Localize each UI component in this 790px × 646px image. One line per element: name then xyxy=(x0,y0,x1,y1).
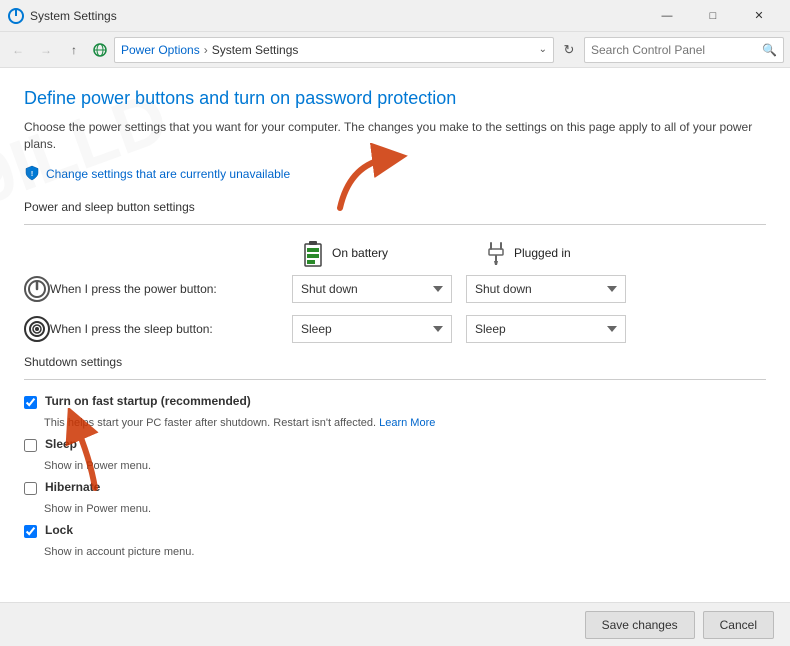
hibernate-row: Hibernate xyxy=(24,480,766,495)
sleep-button-plugged-select[interactable]: Sleep Do nothing Hibernate Shut down Tur… xyxy=(466,315,626,343)
titlebar-controls: — □ ✕ xyxy=(644,0,782,32)
sleep-button-label: When I press the sleep button: xyxy=(50,322,292,336)
hibernate-label[interactable]: Hibernate xyxy=(45,480,100,494)
power-button-row: When I press the power button: Shut down… xyxy=(24,275,766,303)
power-button-plugged-select[interactable]: Shut down Do nothing Sleep Hibernate Tur… xyxy=(466,275,626,303)
svg-text:!: ! xyxy=(31,171,33,178)
fast-startup-checkbox[interactable] xyxy=(24,396,37,409)
search-icon: 🔍 xyxy=(762,43,777,57)
breadcrumb-system-settings: System Settings xyxy=(212,43,299,57)
battery-icon xyxy=(304,239,326,267)
change-settings-link[interactable]: ! Change settings that are currently una… xyxy=(24,165,766,184)
lock-row: Lock xyxy=(24,523,766,538)
sleep-button-row: When I press the sleep button: Sleep Do … xyxy=(24,315,766,343)
sleep-button-battery-select[interactable]: Sleep Do nothing Hibernate Shut down Tur… xyxy=(292,315,452,343)
shutdown-section-divider xyxy=(24,379,766,380)
breadcrumb-sep1: › xyxy=(204,43,208,57)
cancel-button[interactable]: Cancel xyxy=(703,611,774,639)
titlebar: System Settings — □ ✕ xyxy=(0,0,790,32)
fast-startup-sublabel: This helps start your PC faster after sh… xyxy=(44,417,766,429)
col-battery-label: On battery xyxy=(332,246,388,260)
shutdown-section: Shutdown settings Turn on fast startup (… xyxy=(24,355,766,558)
change-settings-label: Change settings that are currently unava… xyxy=(46,167,290,181)
main-content: 9ILLD Define power buttons and turn on p… xyxy=(0,68,790,602)
sleep-checkbox[interactable] xyxy=(24,439,37,452)
minimize-button[interactable]: — xyxy=(644,0,690,32)
sleep-sublabel: Show in Power menu. xyxy=(44,460,766,472)
sleep-row: Sleep xyxy=(24,437,766,452)
fast-startup-row: Turn on fast startup (recommended) xyxy=(24,394,766,409)
col-battery-header: On battery xyxy=(304,239,484,267)
power-section-header: Power and sleep button settings xyxy=(24,200,766,214)
shutdown-section-header: Shutdown settings xyxy=(24,355,766,369)
page-description: Choose the power settings that you want … xyxy=(24,119,766,153)
up-button[interactable]: ↑ xyxy=(62,38,86,62)
shield-icon: ! xyxy=(24,165,40,184)
breadcrumb-dropdown: ⌄ xyxy=(539,44,547,55)
window-title: System Settings xyxy=(30,9,644,23)
forward-button[interactable]: → xyxy=(34,38,58,62)
lock-checkbox[interactable] xyxy=(24,525,37,538)
back-button[interactable]: ← xyxy=(6,38,30,62)
breadcrumb-dropdown-arrow[interactable]: ⌄ xyxy=(539,44,547,55)
learn-more-link[interactable]: Learn More xyxy=(379,417,435,429)
page-title: Define power buttons and turn on passwor… xyxy=(24,88,766,109)
search-input[interactable] xyxy=(591,43,762,57)
close-button[interactable]: ✕ xyxy=(736,0,782,32)
breadcrumb-bar[interactable]: Power Options › System Settings ⌄ xyxy=(114,37,554,63)
titlebar-icon xyxy=(8,8,24,24)
power-table-header: On battery Plugged in xyxy=(24,239,766,267)
col-plugged-header: Plugged in xyxy=(484,241,664,265)
power-button-battery-select[interactable]: Shut down Do nothing Sleep Hibernate Tur… xyxy=(292,275,452,303)
maximize-button[interactable]: □ xyxy=(690,0,736,32)
breadcrumb-power-options[interactable]: Power Options xyxy=(121,43,200,57)
addressbar: ← → ↑ Power Options › System Settings ⌄ … xyxy=(0,32,790,68)
fast-startup-label[interactable]: Turn on fast startup (recommended) xyxy=(45,394,251,408)
power-button-label: When I press the power button: xyxy=(50,282,292,296)
power-button-icon xyxy=(24,276,50,302)
lock-sublabel: Show in account picture menu. xyxy=(44,546,766,558)
plugged-icon xyxy=(484,241,508,265)
power-section-divider xyxy=(24,224,766,225)
location-globe-icon xyxy=(92,42,108,58)
save-changes-button[interactable]: Save changes xyxy=(585,611,695,639)
col-plugged-label: Plugged in xyxy=(514,246,571,260)
lock-label[interactable]: Lock xyxy=(45,523,73,537)
sleep-label[interactable]: Sleep xyxy=(45,437,77,451)
refresh-button[interactable]: ↻ xyxy=(558,39,580,61)
bottombar: Save changes Cancel xyxy=(0,602,790,646)
sleep-button-icon xyxy=(24,316,50,342)
hibernate-checkbox[interactable] xyxy=(24,482,37,495)
search-bar[interactable]: 🔍 xyxy=(584,37,784,63)
power-settings-table: On battery Plugged in xyxy=(24,239,766,343)
hibernate-sublabel: Show in Power menu. xyxy=(44,503,766,515)
